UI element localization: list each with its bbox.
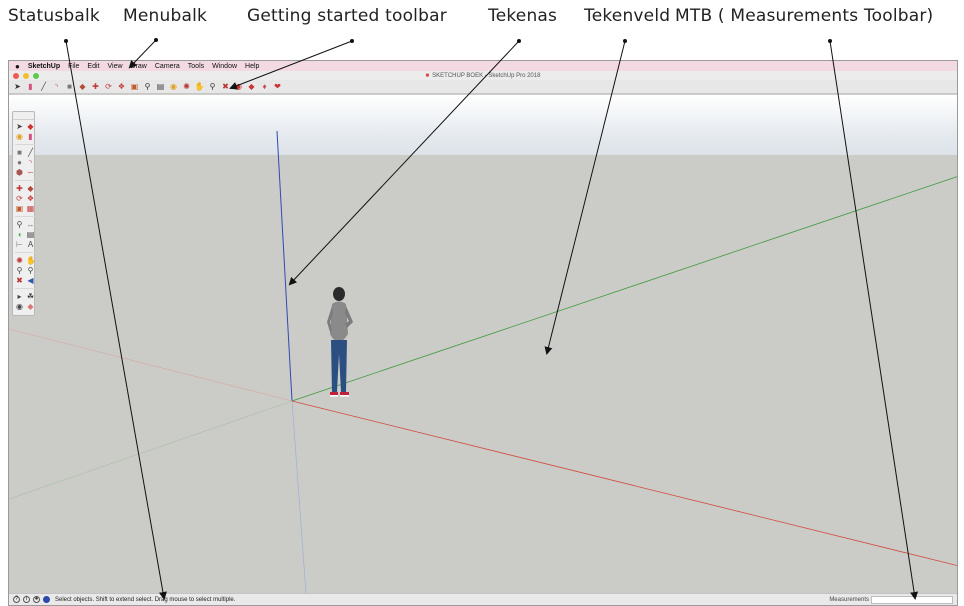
position-camera-tool-icon[interactable]: ▸ xyxy=(15,292,24,301)
component-tool-icon[interactable]: ◆ xyxy=(26,122,35,131)
freehand-tool-icon[interactable]: ∽ xyxy=(26,168,35,177)
label-menubalk: Menubalk xyxy=(123,6,208,26)
protractor-tool-icon[interactable]: ◖ xyxy=(15,230,24,239)
sketchup-window: ● SketchUp File Edit View Draw Camera To… xyxy=(8,60,958,606)
zoom-window-tool-icon[interactable]: ⚲ xyxy=(26,266,35,275)
account-icon[interactable]: ● xyxy=(33,596,40,603)
select-tool-icon[interactable]: ➤ xyxy=(15,122,24,131)
arc-tool-icon[interactable]: ◝ xyxy=(26,158,35,167)
look-around-tool-icon[interactable]: ◉ xyxy=(15,302,24,311)
label-getting-started-toolbar: Getting started toolbar xyxy=(247,6,447,26)
rotate-tool-icon[interactable]: ⟳ xyxy=(15,194,24,203)
status-message: Select objects. Shift to extend select. … xyxy=(55,596,236,603)
label-statusbalk: Statusbalk xyxy=(8,6,100,26)
label-tekenas: Tekenas xyxy=(488,6,558,26)
3d-text-tool-icon[interactable]: A xyxy=(26,240,35,249)
tape-tool-icon[interactable]: ⚲ xyxy=(15,220,24,229)
rectangle-tool-icon[interactable]: ■ xyxy=(15,148,24,157)
pushpull-tool-icon[interactable]: ◆ xyxy=(26,184,35,193)
instructor-icon[interactable] xyxy=(43,596,50,603)
walk-tool-icon[interactable]: ☘ xyxy=(26,292,35,301)
tool-palette: ➤ ◆ ◉ ▮ ■ ╱ ● ◝ ⬢ ∽ ✚ ◆ ⟳ ❖ ▣ ▦ ⚲ ↔ ◖ ▤ … xyxy=(12,111,36,316)
move-tool-icon[interactable]: ✚ xyxy=(15,184,24,193)
text-tool-icon[interactable]: ▤ xyxy=(26,230,35,239)
previous-view-tool-icon[interactable]: ◀ xyxy=(26,276,35,285)
eraser-tool-icon[interactable]: ▮ xyxy=(26,132,35,141)
label-tekenveld: Tekenveld xyxy=(584,6,671,26)
person-figure xyxy=(327,287,353,397)
section-plane-tool-icon[interactable]: ◆ xyxy=(26,302,35,311)
measurements-input[interactable] xyxy=(871,596,953,604)
status-bar: ? i ● Select objects. Shift to extend se… xyxy=(9,593,957,605)
tool-palette-header xyxy=(13,112,34,120)
paint-tool-icon[interactable]: ◉ xyxy=(15,132,24,141)
z-axis-solid xyxy=(276,130,293,402)
label-mtb: MTB ( Measurements Toolbar) xyxy=(675,6,934,26)
scale-tool-icon[interactable]: ▣ xyxy=(15,204,24,213)
drawing-axes xyxy=(9,130,957,605)
pan-tool-icon[interactable]: ✋ xyxy=(26,256,36,265)
geo-location-icon[interactable]: ? xyxy=(13,596,20,603)
followme-tool-icon[interactable]: ❖ xyxy=(26,194,35,203)
z-axis-dotted xyxy=(291,400,308,605)
line-tool-icon[interactable]: ╱ xyxy=(26,148,35,157)
credits-icon[interactable]: i xyxy=(23,596,30,603)
y-axis-solid xyxy=(291,176,957,402)
circle-tool-icon[interactable]: ● xyxy=(15,158,24,167)
zoom-extents-tool-icon[interactable]: ✖ xyxy=(15,276,24,285)
axes-tool-icon[interactable]: ⊢ xyxy=(15,240,24,249)
measurements-label: Measurements xyxy=(829,597,869,603)
orbit-tool-icon[interactable]: ✺ xyxy=(15,256,24,265)
offset-tool-icon[interactable]: ▦ xyxy=(26,204,35,213)
x-axis-dotted xyxy=(9,328,293,402)
dimension-tool-icon[interactable]: ↔ xyxy=(26,220,35,229)
polygon-tool-icon[interactable]: ⬢ xyxy=(15,168,24,177)
x-axis-solid xyxy=(291,400,957,566)
y-axis-dotted xyxy=(9,400,293,500)
zoom-tool-icon[interactable]: ⚲ xyxy=(15,266,24,275)
